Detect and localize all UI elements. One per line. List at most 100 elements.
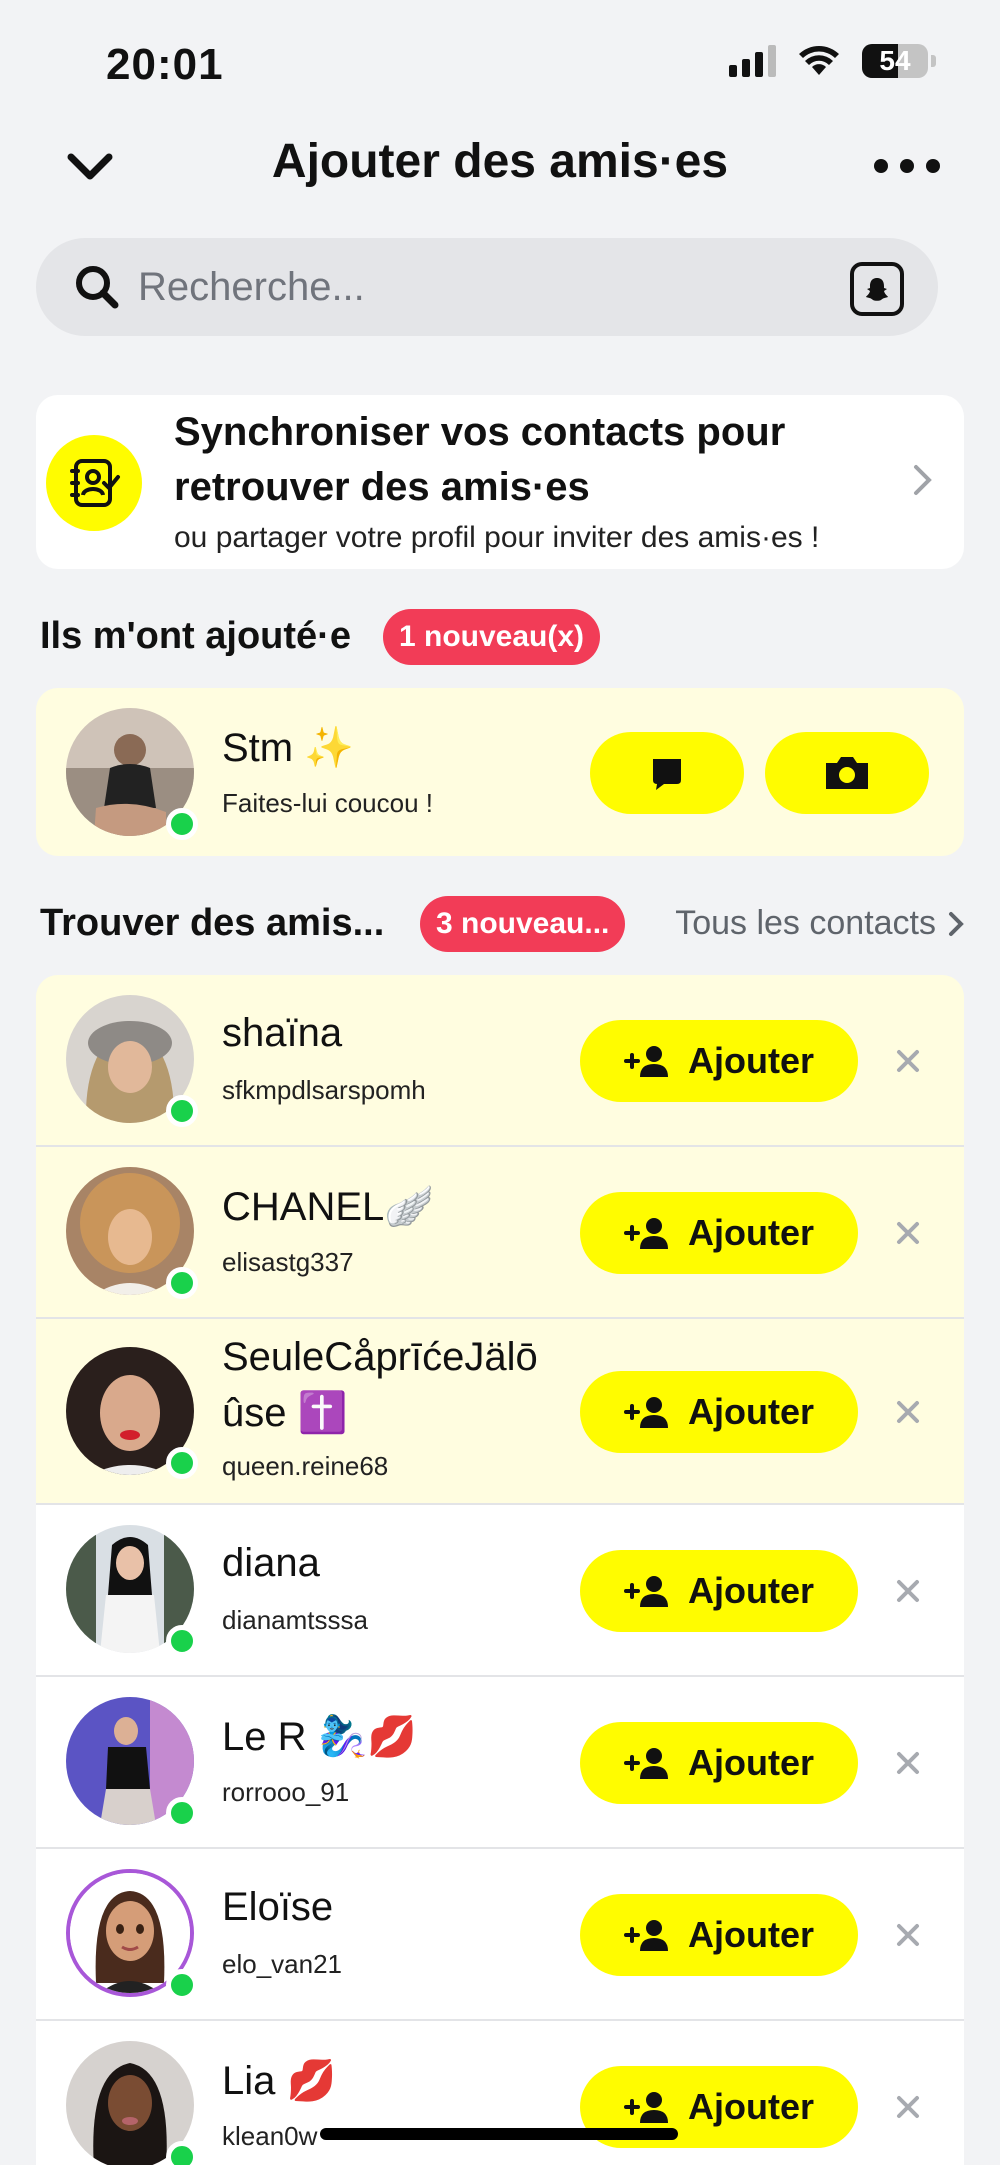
friend-name-line-1: SeuleCåprīćeJälō — [222, 1335, 538, 1379]
add-label: Ajouter — [688, 1040, 814, 1081]
list-item[interactable]: SeuleCåprīćeJälō ûse ✝️ queen.reine68 Aj… — [36, 1319, 964, 1505]
list-item[interactable]: CHANEL🪽 elisastg337 Ajouter — [36, 1147, 964, 1319]
chevron-right-icon — [949, 911, 964, 936]
avatar[interactable] — [66, 708, 198, 840]
add-label: Ajouter — [688, 1742, 814, 1783]
dismiss-button[interactable] — [892, 1045, 924, 1077]
sync-subtitle: ou partager votre profil pour inviter de… — [174, 521, 820, 554]
add-friend-button[interactable]: Ajouter — [580, 1192, 858, 1274]
dismiss-button[interactable] — [892, 1575, 924, 1607]
online-indicator — [166, 1797, 198, 1829]
dismiss-button[interactable] — [892, 1217, 924, 1249]
list-item[interactable]: Eloïse elo_van21 Ajouter — [36, 1849, 964, 2021]
close-icon — [897, 1222, 919, 1244]
cellular-signal-icon — [729, 45, 776, 77]
online-indicator — [166, 1969, 198, 2001]
dismiss-button[interactable] — [892, 1396, 924, 1428]
online-indicator — [166, 1447, 198, 1479]
camera-button[interactable] — [765, 732, 929, 814]
more-options-button[interactable] — [874, 146, 940, 186]
home-indicator — [320, 2128, 678, 2140]
add-label: Ajouter — [688, 1391, 814, 1432]
avatar[interactable] — [66, 1869, 198, 2001]
friend-name: Lia 💋 — [222, 2059, 337, 2103]
suggestions-list: shaïna sfkmpdlsarspomh Ajouter CHANEL🪽 e… — [36, 975, 964, 2165]
status-time: 20:01 — [106, 40, 224, 89]
online-indicator — [166, 1267, 198, 1299]
battery-indicator: 54 — [862, 44, 928, 78]
close-icon — [897, 1924, 919, 1946]
add-user-icon — [624, 1576, 668, 1607]
add-friend-button[interactable]: Ajouter — [580, 1894, 858, 1976]
search-input[interactable]: Recherche... — [36, 238, 938, 336]
add-friend-button[interactable]: Ajouter — [580, 1020, 858, 1102]
avatar[interactable] — [66, 1697, 198, 1829]
camera-icon — [826, 757, 868, 789]
add-user-icon — [624, 1920, 668, 1951]
friend-name: shaïna — [222, 1011, 343, 1055]
online-indicator — [166, 1625, 198, 1657]
all-contacts-link[interactable]: Tous les contacts — [675, 904, 964, 943]
add-friend-button[interactable]: Ajouter — [580, 1722, 858, 1804]
list-item[interactable]: diana dianamtsssa Ajouter — [36, 1505, 964, 1677]
more-dot — [926, 159, 940, 173]
more-dot — [900, 159, 914, 173]
chat-button[interactable] — [590, 732, 744, 814]
friend-username: elo_van21 — [222, 1949, 342, 1979]
avatar[interactable] — [66, 1167, 198, 1299]
avatar[interactable] — [66, 1525, 198, 1657]
friend-username: rorrooo_91 — [222, 1777, 350, 1807]
friend-name: Eloïse — [222, 1885, 334, 1929]
added-me-card[interactable]: Stm ✨ Faites-lui coucou ! — [36, 688, 964, 856]
close-icon — [897, 1050, 919, 1072]
chat-icon — [653, 759, 681, 790]
add-user-icon — [624, 2092, 668, 2123]
online-indicator — [166, 2141, 198, 2165]
contacts-sync-icon — [46, 435, 142, 531]
dismiss-button[interactable] — [892, 2091, 924, 2123]
friend-name-line-2: ûse ✝️ — [222, 1391, 348, 1435]
add-friend-button[interactable]: Ajouter — [580, 1371, 858, 1453]
add-user-icon — [624, 1046, 668, 1077]
add-label: Ajouter — [688, 1914, 814, 1955]
snapcode-button[interactable] — [850, 262, 904, 316]
wifi-icon — [799, 46, 839, 75]
close-icon — [897, 2096, 919, 2118]
page-title: Ajouter des amis·es — [271, 135, 729, 188]
avatar[interactable] — [66, 1347, 198, 1479]
list-item[interactable]: Le R 🧞‍♀️💋 rorrooo_91 Ajouter — [36, 1677, 964, 1849]
friend-name: Le R 🧞‍♀️💋 — [222, 1715, 418, 1759]
battery-nub — [931, 55, 936, 67]
find-friends-title: Trouver des amis... — [40, 902, 385, 944]
friend-name: Stm ✨ — [222, 726, 355, 770]
online-indicator — [166, 808, 198, 840]
chevron-right-icon — [914, 465, 932, 495]
close-icon — [897, 1580, 919, 1602]
more-dots-icon — [874, 159, 888, 173]
friend-name: diana — [222, 1541, 320, 1585]
dismiss-button[interactable] — [892, 1747, 924, 1779]
friend-subtitle: Faites-lui coucou ! — [222, 788, 433, 818]
dismiss-button[interactable] — [892, 1919, 924, 1951]
add-user-icon — [624, 1748, 668, 1779]
avatar[interactable] — [66, 2041, 198, 2165]
new-suggestions-badge: 3 nouveau... — [420, 896, 626, 952]
friend-username: klean0w — [222, 2121, 318, 2151]
online-indicator — [166, 1095, 198, 1127]
list-item[interactable]: shaïna sfkmpdlsarspomh Ajouter — [36, 975, 964, 1147]
battery-level: 54 — [879, 45, 911, 76]
added-me-title: Ils m'ont ajouté·e — [40, 615, 351, 657]
add-label: Ajouter — [688, 1570, 814, 1611]
add-label: Ajouter — [688, 1212, 814, 1253]
add-user-icon — [624, 1397, 668, 1428]
friend-name: CHANEL🪽 — [222, 1185, 435, 1229]
search-placeholder: Recherche... — [138, 264, 365, 309]
add-friend-button[interactable]: Ajouter — [580, 1550, 858, 1632]
list-item[interactable]: Lia 💋 klean0w Ajouter — [36, 2021, 964, 2165]
avatar[interactable] — [66, 995, 198, 1127]
close-icon — [897, 1401, 919, 1423]
friend-username: dianamtsssa — [222, 1605, 368, 1635]
sync-title: Synchroniser vos contacts pour retrouver… — [174, 410, 786, 509]
header: Ajouter des amis·es — [0, 120, 1000, 210]
sync-contacts-card[interactable]: Synchroniser vos contacts pour retrouver… — [36, 395, 964, 569]
